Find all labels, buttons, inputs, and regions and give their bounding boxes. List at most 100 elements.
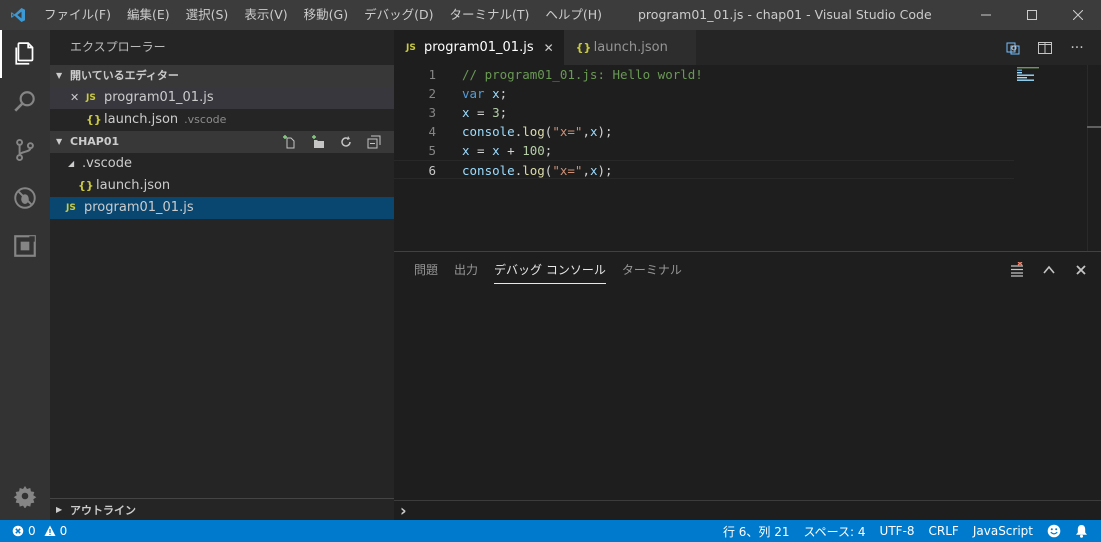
open-editor-item[interactable]: ✕ JS program01_01.js xyxy=(50,87,394,109)
folder-item[interactable]: ◢ .vscode xyxy=(50,153,394,175)
new-file-icon[interactable] xyxy=(276,135,304,149)
line-number: 4 xyxy=(428,124,436,139)
maximize-button[interactable] xyxy=(1009,0,1055,30)
settings-gear-icon[interactable] xyxy=(0,472,50,520)
language-mode[interactable]: JavaScript xyxy=(966,524,1040,538)
json-file-icon: {} xyxy=(575,41,592,54)
status-bar: 0 0 行 6、列 21 スペース: 4 UTF-8 CRLF JavaScri… xyxy=(0,520,1101,542)
tab-output[interactable]: 出力 xyxy=(454,252,478,288)
json-file-icon: {} xyxy=(86,113,102,126)
tab-label: program01_01.js xyxy=(424,40,534,55)
line-number: 2 xyxy=(428,86,436,101)
tab-program01-01-js[interactable]: JS program01_01.js ✕ xyxy=(394,30,564,65)
panel-actions xyxy=(1001,252,1097,288)
chevron-down-icon: ▼ xyxy=(56,137,63,146)
code-editor[interactable]: 1 // program01_01.js: Hello world! 2 var… xyxy=(394,65,1101,251)
bottom-panel: 問題 出力 デバッグ コンソール ターミナル › xyxy=(394,251,1101,520)
editor-tab-bar: JS program01_01.js ✕ {} launch.json ··· xyxy=(394,30,1101,65)
minimize-button[interactable] xyxy=(963,0,1009,30)
tab-debug-console[interactable]: デバッグ コンソール xyxy=(494,252,606,288)
minimap[interactable] xyxy=(1017,67,1077,83)
more-actions-icon[interactable]: ··· xyxy=(1061,40,1093,56)
code-function: log xyxy=(522,124,545,139)
extensions-icon[interactable] xyxy=(0,222,50,270)
tab-problems[interactable]: 問題 xyxy=(414,252,438,288)
menu-view[interactable]: 表示(V) xyxy=(236,0,295,30)
activity-bar xyxy=(0,30,50,520)
end-of-line[interactable]: CRLF xyxy=(922,524,966,538)
close-panel-icon[interactable] xyxy=(1065,264,1097,276)
chevron-right-icon: › xyxy=(400,501,407,520)
chevron-down-icon: ◢ xyxy=(68,159,75,168)
code-line: 2 var x; xyxy=(394,84,1014,103)
explorer-sidebar: エクスプローラー ▼ 開いているエディター ✕ JS program01_01.… xyxy=(50,30,394,520)
code-number: 100 xyxy=(522,143,545,158)
line-number: 6 xyxy=(428,163,436,178)
close-icon[interactable]: ✕ xyxy=(70,87,86,109)
warning-icon xyxy=(44,525,56,536)
menu-bar: ファイル(F) 編集(E) 選択(S) 表示(V) 移動(G) デバッグ(D) … xyxy=(36,0,610,30)
open-editors-header[interactable]: ▼ 開いているエディター xyxy=(50,65,394,87)
source-control-icon[interactable] xyxy=(0,126,50,174)
code-line: 4 console.log("x=",x); xyxy=(394,122,1014,141)
menu-selection[interactable]: 選択(S) xyxy=(178,0,237,30)
indentation[interactable]: スペース: 4 xyxy=(796,523,872,540)
code-punct: ); xyxy=(597,124,613,139)
chevron-right-icon: ▶ xyxy=(56,505,63,514)
code-function: log xyxy=(522,163,545,178)
code-variable: x xyxy=(492,86,500,101)
error-count: 0 xyxy=(28,524,36,538)
menu-go[interactable]: 移動(G) xyxy=(296,0,356,30)
open-editors-label: 開いているエディター xyxy=(70,69,179,82)
json-file-icon: {} xyxy=(78,179,94,192)
encoding[interactable]: UTF-8 xyxy=(873,524,922,538)
explorer-icon[interactable] xyxy=(0,30,50,78)
open-changes-icon[interactable] xyxy=(997,40,1029,56)
collapse-all-icon[interactable] xyxy=(360,135,388,149)
code-variable: x xyxy=(462,105,470,120)
open-editor-item[interactable]: {} launch.json .vscode xyxy=(50,109,394,131)
close-window-button[interactable] xyxy=(1055,0,1101,30)
notifications-bell-icon[interactable] xyxy=(1068,524,1095,538)
explorer-actions xyxy=(276,131,388,153)
outline-label: アウトライン xyxy=(70,503,136,517)
code-string: "x=" xyxy=(552,124,583,139)
code-operator: = xyxy=(469,143,493,158)
title-bar: ファイル(F) 編集(E) 選択(S) 表示(V) 移動(G) デバッグ(D) … xyxy=(0,0,1101,30)
editor-scrollbar[interactable] xyxy=(1087,65,1101,251)
menu-terminal[interactable]: ターミナル(T) xyxy=(441,0,537,30)
menu-debug[interactable]: デバッグ(D) xyxy=(356,0,441,30)
code-punct: ; xyxy=(544,143,553,158)
clear-console-icon[interactable] xyxy=(1001,262,1033,278)
feedback-smiley-icon[interactable] xyxy=(1040,524,1068,538)
debug-console-input[interactable]: › xyxy=(394,500,1101,520)
tab-terminal[interactable]: ターミナル xyxy=(622,252,682,288)
debug-icon[interactable] xyxy=(0,174,50,222)
file-item-selected[interactable]: JS program01_01.js xyxy=(50,197,394,219)
code-line: 3 x = 3; xyxy=(394,103,1014,122)
menu-edit[interactable]: 編集(E) xyxy=(119,0,178,30)
status-right: 行 6、列 21 スペース: 4 UTF-8 CRLF JavaScript xyxy=(716,520,1095,542)
code-operator: + xyxy=(499,143,523,158)
window-title: program01_01.js - chap01 - Visual Studio… xyxy=(638,7,932,22)
code-variable: x xyxy=(589,124,598,139)
tab-launch-json[interactable]: {} launch.json xyxy=(563,30,696,65)
code-number: 3 xyxy=(492,105,500,120)
cursor-position[interactable]: 行 6、列 21 xyxy=(716,523,797,540)
file-item[interactable]: {} launch.json xyxy=(50,175,394,197)
split-editor-icon[interactable] xyxy=(1029,40,1061,56)
menu-file[interactable]: ファイル(F) xyxy=(36,0,119,30)
maximize-panel-icon[interactable] xyxy=(1033,263,1065,277)
js-file-icon: JS xyxy=(406,42,416,53)
workspace-header[interactable]: ▼ CHAP01 xyxy=(50,131,394,153)
search-icon[interactable] xyxy=(0,78,50,126)
code-line: 1 // program01_01.js: Hello world! xyxy=(394,65,1014,84)
new-folder-icon[interactable] xyxy=(304,135,332,149)
code-comment: // program01_01.js: Hello world! xyxy=(462,67,703,82)
close-tab-icon[interactable]: ✕ xyxy=(544,41,554,55)
editor-actions: ··· xyxy=(997,30,1093,65)
workspace-label: CHAP01 xyxy=(70,135,120,148)
refresh-icon[interactable] xyxy=(332,135,360,149)
problems-status[interactable]: 0 0 xyxy=(10,524,74,538)
outline-header[interactable]: ▶ アウトライン xyxy=(50,498,394,520)
